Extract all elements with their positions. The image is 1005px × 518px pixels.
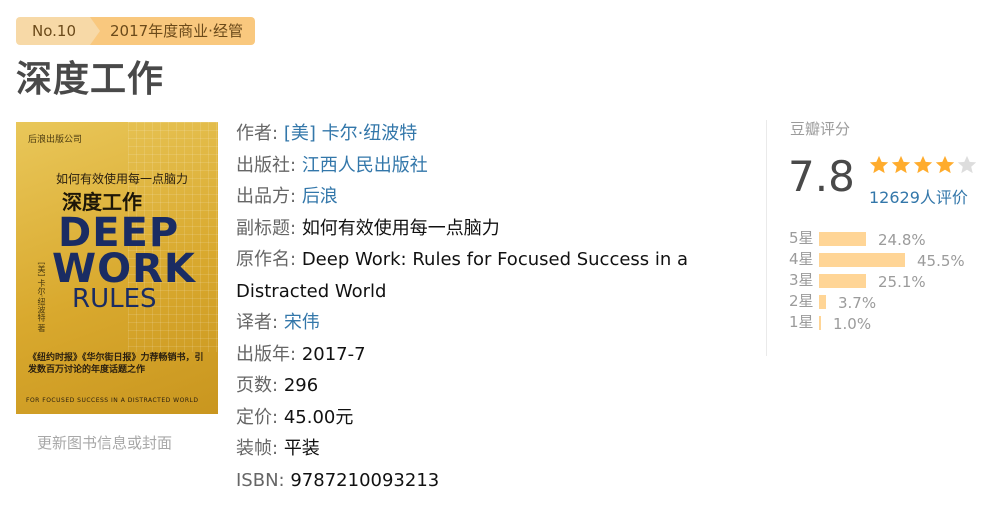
rating-dist-label: 3星 xyxy=(789,271,814,289)
subtitle-label: 副标题: xyxy=(236,217,297,239)
rating-dist-bar-track: 24.8% xyxy=(819,231,926,249)
rating-dist-row: 3星 25.1% xyxy=(789,269,926,291)
rank-number: No.10 xyxy=(16,17,90,45)
rating-dist-label: 2星 xyxy=(789,292,814,310)
rating-dist-bar xyxy=(819,231,866,246)
rating-divider xyxy=(766,120,767,356)
rank-badge[interactable]: No.10 2017年度商业·经管 xyxy=(16,17,255,45)
star-filled-icon xyxy=(891,155,911,174)
cover-subtitle: 如何有效使用每一点脑力 xyxy=(56,172,189,186)
rating-dist-label: 1星 xyxy=(789,313,814,331)
author-label: 作者: xyxy=(236,123,279,144)
pages-value: 296 xyxy=(283,375,319,396)
rating-dist-percent: 25.1% xyxy=(878,272,926,291)
binding-value: 平装 xyxy=(283,438,320,459)
rank-category: 2017年度商业·经管 xyxy=(90,17,255,45)
cover-blurb: 《纽约时报》《华尔街日报》力荐畅销书，引发数百万讨论的年度话题之作 xyxy=(28,353,204,375)
year-label: 出版年: xyxy=(236,343,297,365)
info-binding: 装帧: 平装 xyxy=(236,433,706,465)
rating-stars xyxy=(868,154,978,176)
rating-dist-bar-track: 1.0% xyxy=(819,315,919,333)
rating-dist-percent: 3.7% xyxy=(838,293,877,312)
translator-label: 译者: xyxy=(236,312,279,333)
info-subtitle: 副标题: 如何有效使用每一点脑力 xyxy=(236,213,706,245)
rating-title: 豆瓣评分 xyxy=(790,120,851,138)
translator-link[interactable]: 宋伟 xyxy=(284,312,320,333)
original-title-label: 原作名: xyxy=(236,249,297,270)
producer-label: 出品方: xyxy=(236,186,297,207)
star-empty-icon xyxy=(957,155,977,174)
rating-dist-row: 4星 45.5% xyxy=(789,248,965,270)
rating-votes-link[interactable]: 12629人评价 xyxy=(869,184,968,208)
rating-dist-bar xyxy=(819,315,821,330)
producer-link[interactable]: 后浪 xyxy=(302,186,338,207)
cover-publisher-mark: 后浪出版公司 xyxy=(28,135,83,145)
info-isbn: ISBN: 9787210093213 xyxy=(236,465,706,497)
binding-label: 装帧: xyxy=(236,438,279,459)
subtitle-value: 如何有效使用每一点脑力 xyxy=(301,217,500,239)
rating-dist-bar xyxy=(819,252,905,267)
isbn-label: ISBN: xyxy=(236,469,285,491)
info-original-title: 原作名: Deep Work: Rules for Focused Succes… xyxy=(236,244,706,307)
rating-dist-label: 4星 xyxy=(789,250,814,268)
rating-dist-row: 5星 24.8% xyxy=(789,227,926,249)
info-price: 定价: 45.00元 xyxy=(236,402,706,434)
year-value: 2017-7 xyxy=(301,343,366,365)
rating-dist-bar xyxy=(819,294,826,309)
info-pages: 页数: 296 xyxy=(236,370,706,402)
book-info: 作者: [美] 卡尔·纽波特 出版社: 江西人民出版社 出品方: 后浪 副标题:… xyxy=(236,118,706,496)
rating-distribution: 5星 24.8% 4星 45.5% 3星 25.1% 2星 3.7% 1星 1.0% xyxy=(789,227,965,333)
info-publisher: 出版社: 江西人民出版社 xyxy=(236,150,706,182)
book-cover[interactable]: 后浪出版公司 如何有效使用每一点脑力 深度工作 [美] 卡尔·纽波特 著 DEE… xyxy=(16,122,218,414)
info-producer: 出品方: 后浪 xyxy=(236,181,706,213)
price-value: 45.00元 xyxy=(283,406,354,428)
rating-dist-row: 2星 3.7% xyxy=(789,290,919,312)
price-label: 定价: xyxy=(236,406,279,428)
author-link[interactable]: [美] 卡尔·纽波特 xyxy=(284,123,418,144)
rating-dist-percent: 24.8% xyxy=(878,230,926,249)
pages-label: 页数: xyxy=(236,375,279,396)
rating-dist-bar xyxy=(819,273,866,288)
rating-dist-percent: 1.0% xyxy=(833,314,872,333)
original-title-value: Deep Work: Rules for Focused Success in … xyxy=(236,249,689,302)
rating-dist-percent: 45.5% xyxy=(917,251,965,270)
star-filled-icon xyxy=(935,155,955,174)
isbn-value: 9787210093213 xyxy=(290,469,440,491)
publisher-link[interactable]: 江西人民出版社 xyxy=(302,155,428,176)
page-title: 深度工作 xyxy=(16,59,165,100)
info-translator: 译者: 宋伟 xyxy=(236,307,706,339)
rating-score: 7.8 xyxy=(788,152,855,201)
cover-author: [美] 卡尔·纽波特 著 xyxy=(37,262,46,332)
rating-dist-bar-track: 3.7% xyxy=(819,294,919,312)
star-filled-icon xyxy=(869,155,889,174)
cover-footer: FOR FOCUSED SUCCESS IN A DISTRACTED WORL… xyxy=(26,397,199,404)
cover-title-rules: RULES xyxy=(72,284,157,314)
rating-dist-bar-track: 45.5% xyxy=(819,252,965,270)
rating-dist-label: 5星 xyxy=(789,229,814,247)
publisher-label: 出版社: xyxy=(236,154,297,176)
rating-dist-bar-track: 25.1% xyxy=(819,273,926,291)
rating-dist-row: 1星 1.0% xyxy=(789,311,919,333)
star-filled-icon xyxy=(913,155,933,174)
update-cover-link[interactable]: 更新图书信息或封面 xyxy=(37,432,172,453)
info-author: 作者: [美] 卡尔·纽波特 xyxy=(236,118,706,150)
info-year: 出版年: 2017-7 xyxy=(236,339,706,371)
